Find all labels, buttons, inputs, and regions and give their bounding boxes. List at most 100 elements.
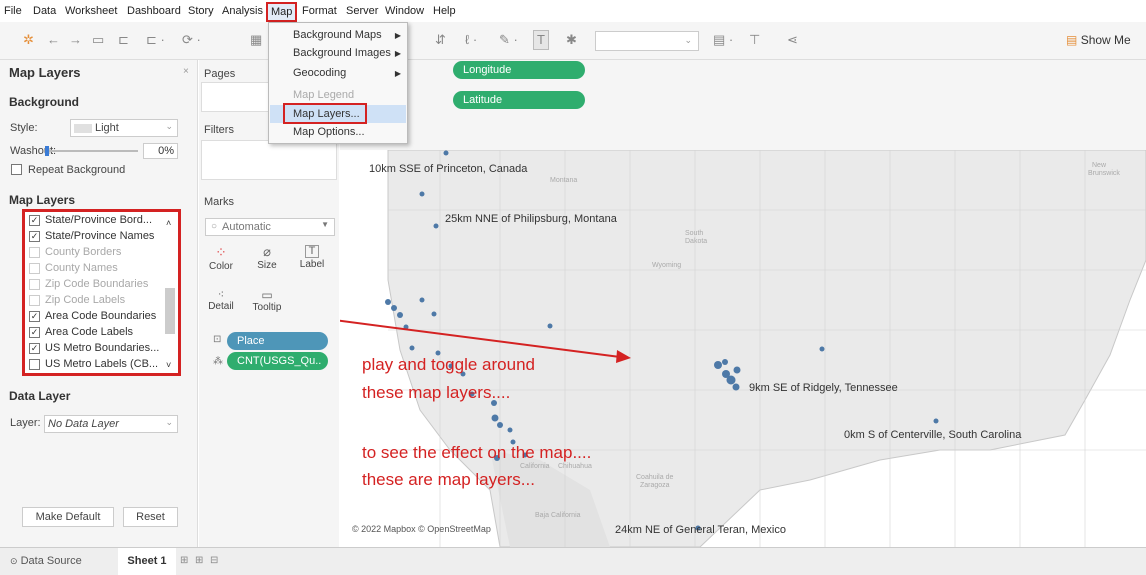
menu-map[interactable]: Map — [266, 2, 298, 22]
menu-window[interactable]: Window — [385, 5, 424, 17]
size-button[interactable]: ⌀ Size — [250, 244, 284, 284]
map-layers-panel: Map Layers × Background Style: Light ⌄ W… — [0, 60, 198, 547]
new-story-icon[interactable]: ⊟ — [210, 555, 218, 566]
layer-row[interactable]: ✓ State/Province Names — [26, 229, 166, 245]
color-icon: ⁘ — [215, 244, 227, 260]
map-copyright: © 2022 Mapbox © OpenStreetMap — [352, 524, 491, 534]
sheet-tab[interactable]: Sheet 1 — [118, 548, 176, 575]
menu-item-map-options[interactable]: Map Options... — [293, 126, 365, 138]
label-button[interactable]: T Label — [295, 244, 329, 284]
data-source-tab[interactable]: ⊙ Data Source — [0, 548, 118, 575]
fix-axes-icon[interactable]: ✱ — [566, 33, 577, 47]
count-pill[interactable]: CNT(USGS_Qu.. — [227, 352, 328, 370]
slider-handle[interactable] — [45, 146, 49, 156]
chevron-up-icon[interactable]: ˄ — [166, 218, 171, 228]
menu-analysis[interactable]: Analysis — [222, 5, 263, 17]
view-cards-icon[interactable]: ▤ · — [713, 33, 733, 47]
menu-item-background-images[interactable]: Background Images — [293, 47, 403, 59]
rows-pill-latitude[interactable]: Latitude — [453, 91, 585, 109]
new-worksheet-icon[interactable]: ⊏ · — [146, 33, 165, 47]
layer-row[interactable]: Zip Code Boundaries — [26, 277, 166, 293]
highlight-icon[interactable]: ℓ · — [465, 33, 477, 47]
layer-checkbox[interactable] — [29, 263, 40, 274]
data-layer-dropdown[interactable]: No Data Layer ⌄ — [44, 415, 178, 433]
presentation-icon[interactable]: ⊤ — [749, 33, 760, 47]
layer-label: State/Province Bord... — [45, 214, 152, 226]
size-field-icon: ⁂ — [213, 356, 223, 367]
menu-format[interactable]: Format — [302, 5, 337, 17]
reset-button[interactable]: Reset — [123, 507, 178, 527]
layer-checkbox[interactable] — [29, 295, 40, 306]
map-label: 9km SE of Ridgely, Tennessee — [749, 382, 898, 394]
style-value: Light — [95, 122, 119, 134]
layer-checkbox[interactable]: ✓ — [29, 343, 40, 354]
menu-story[interactable]: Story — [188, 5, 214, 17]
layer-row[interactable]: County Borders — [26, 245, 166, 261]
tooltip-button[interactable]: ▭ Tooltip — [249, 288, 285, 328]
close-icon[interactable]: × — [183, 66, 189, 77]
style-dropdown[interactable]: Light ⌄ — [70, 119, 178, 137]
menu-item-geocoding[interactable]: Geocoding — [293, 67, 403, 79]
layer-row[interactable]: ✓ State/Province Bord... — [26, 213, 166, 229]
layer-row[interactable]: Zip Code Labels — [26, 293, 166, 309]
new-data-source-icon[interactable]: ⊏ — [118, 33, 129, 47]
layer-checkbox[interactable]: ✓ — [29, 327, 40, 338]
make-default-button[interactable]: Make Default — [22, 507, 114, 527]
layer-row[interactable]: ✓ Area Code Labels — [26, 325, 166, 341]
chevron-down-icon[interactable]: ˅ — [166, 360, 171, 370]
labels-icon[interactable]: T — [533, 30, 549, 50]
menu-data[interactable]: Data — [33, 5, 56, 17]
menu-file[interactable]: File — [4, 5, 22, 17]
detail-button[interactable]: ⁖ Detail — [204, 288, 238, 328]
menu-server[interactable]: Server — [346, 5, 378, 17]
place-pill[interactable]: Place — [227, 332, 328, 350]
layer-row[interactable]: ✓ Area Code Boundaries — [26, 309, 166, 325]
pen-icon[interactable]: ✎ · — [499, 33, 518, 47]
chevron-down-icon: ⌄ — [165, 417, 173, 427]
washout-input[interactable]: 0% — [143, 143, 178, 159]
layer-checkbox[interactable] — [29, 359, 40, 370]
redo-icon[interactable]: → — [69, 33, 82, 47]
color-button[interactable]: ⁘ Color — [204, 244, 238, 284]
columns-pill-longitude[interactable]: Longitude — [453, 61, 585, 79]
share-icon[interactable]: ⋖ — [787, 33, 798, 47]
submenu-arrow-icon: ▶ — [394, 69, 401, 78]
map-view[interactable]: Montana South Dakota Wyoming Chihuahua Ca… — [340, 150, 1146, 547]
layer-label: Zip Code Boundaries — [45, 278, 149, 290]
menu-worksheet[interactable]: Worksheet — [65, 5, 117, 17]
layer-checkbox[interactable]: ✓ — [29, 231, 40, 242]
repeat-background-checkbox[interactable] — [11, 164, 22, 175]
mark-type-dropdown[interactable]: ○ Automatic ▼ — [205, 218, 335, 236]
scrollbar-thumb[interactable] — [165, 288, 175, 334]
layer-checkbox[interactable] — [29, 279, 40, 290]
save-icon[interactable]: ▭ — [92, 33, 104, 47]
annotation-text: these are map layers... — [362, 470, 535, 489]
layer-row[interactable]: US Metro Labels (CB... — [26, 357, 166, 373]
sort-icon[interactable]: ⇵ — [435, 33, 446, 47]
map-label: 25km NNE of Philipsburg, Montana — [445, 213, 617, 225]
refresh-icon[interactable]: ⟳ · — [182, 33, 201, 47]
layer-checkbox[interactable] — [29, 247, 40, 258]
menu-dashboard[interactable]: Dashboard — [127, 5, 181, 17]
layer-checkbox[interactable]: ✓ — [29, 215, 40, 226]
fit-dropdown[interactable]: ⌄ — [595, 31, 699, 51]
detail-field-icon: ⊡ — [213, 334, 222, 345]
washout-slider[interactable] — [45, 146, 138, 156]
menu-help[interactable]: Help — [433, 5, 456, 17]
svg-text:Coahuila de: Coahuila de — [636, 474, 673, 481]
menu-item-label: Background Maps — [293, 29, 382, 41]
layer-row[interactable]: ✓ US Metro Boundaries... — [26, 341, 166, 357]
show-me-button[interactable]: ▤ Show Me — [1066, 33, 1131, 47]
chart-icon[interactable]: ▦ — [250, 33, 262, 47]
map-layers-heading: Map Layers — [9, 193, 76, 207]
filters-shelf[interactable] — [201, 140, 337, 180]
new-worksheet-icon[interactable]: ⊞ — [180, 555, 188, 566]
layer-checkbox[interactable]: ✓ — [29, 311, 40, 322]
undo-icon[interactable]: ← — [47, 33, 60, 47]
background-heading: Background — [9, 95, 80, 109]
new-dashboard-icon[interactable]: ⊞ — [195, 555, 203, 566]
submenu-arrow-icon: ▶ — [394, 49, 401, 58]
layer-row[interactable]: County Names — [26, 261, 166, 277]
tableau-logo-icon: ✲ — [23, 32, 34, 47]
menu-item-background-maps[interactable]: Background Maps — [293, 29, 403, 41]
